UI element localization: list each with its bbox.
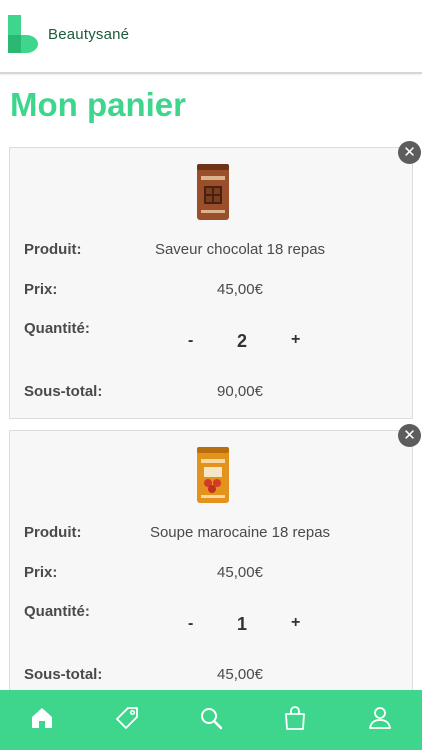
product-label: Produit: <box>24 241 82 258</box>
search-icon <box>197 704 225 737</box>
page-title: Mon panier <box>10 86 187 123</box>
subtotal-value: 90,00€ <box>217 383 263 400</box>
product-price: 45,00€ <box>217 564 263 581</box>
tag-icon <box>113 704 141 737</box>
home-icon <box>28 704 56 737</box>
remove-item-button[interactable]: ✕ <box>398 141 421 164</box>
quantity-label: Quantité: <box>24 603 90 620</box>
quantity-value: 2 <box>236 331 247 351</box>
product-name: Soupe marocaine 18 repas <box>149 524 331 541</box>
increase-quantity-button[interactable]: + <box>291 331 300 349</box>
cart-item: ✕ Produit: Saveur chocolat 18 repas Prix… <box>9 141 421 419</box>
shopping-bag-icon <box>281 704 309 737</box>
user-icon <box>366 704 394 737</box>
decrease-quantity-button[interactable]: - <box>188 615 193 633</box>
quantity-value: 1 <box>236 614 247 634</box>
price-label: Prix: <box>24 281 58 298</box>
product-label: Produit: <box>24 524 82 541</box>
brand-logo-icon <box>8 15 42 53</box>
chocolate-product-icon <box>195 162 231 222</box>
tab-account[interactable] <box>338 690 422 750</box>
subtotal-value: 45,00€ <box>217 666 263 683</box>
subtotal-label: Sous-total: <box>24 383 103 400</box>
app-header: Beautysané <box>0 0 422 74</box>
remove-item-button[interactable]: ✕ <box>398 424 421 447</box>
product-name: Saveur chocolat 18 repas <box>154 241 326 258</box>
product-price: 45,00€ <box>217 281 263 298</box>
tab-home[interactable] <box>0 690 84 750</box>
brand-logo[interactable]: Beautysané <box>8 15 129 53</box>
price-label: Prix: <box>24 564 58 581</box>
quantity-label: Quantité: <box>24 320 90 337</box>
increase-quantity-button[interactable]: + <box>291 614 300 632</box>
soup-product-icon <box>195 445 231 505</box>
cart-item: ✕ Produit: Soupe marocaine 18 repas Prix… <box>9 424 421 692</box>
tab-cart[interactable] <box>253 690 337 750</box>
subtotal-label: Sous-total: <box>24 666 103 683</box>
tab-search[interactable] <box>169 690 253 750</box>
brand-name: Beautysané <box>48 25 130 43</box>
bottom-tab-bar <box>0 690 422 750</box>
tab-promotions[interactable] <box>84 690 168 750</box>
decrease-quantity-button[interactable]: - <box>188 332 193 350</box>
